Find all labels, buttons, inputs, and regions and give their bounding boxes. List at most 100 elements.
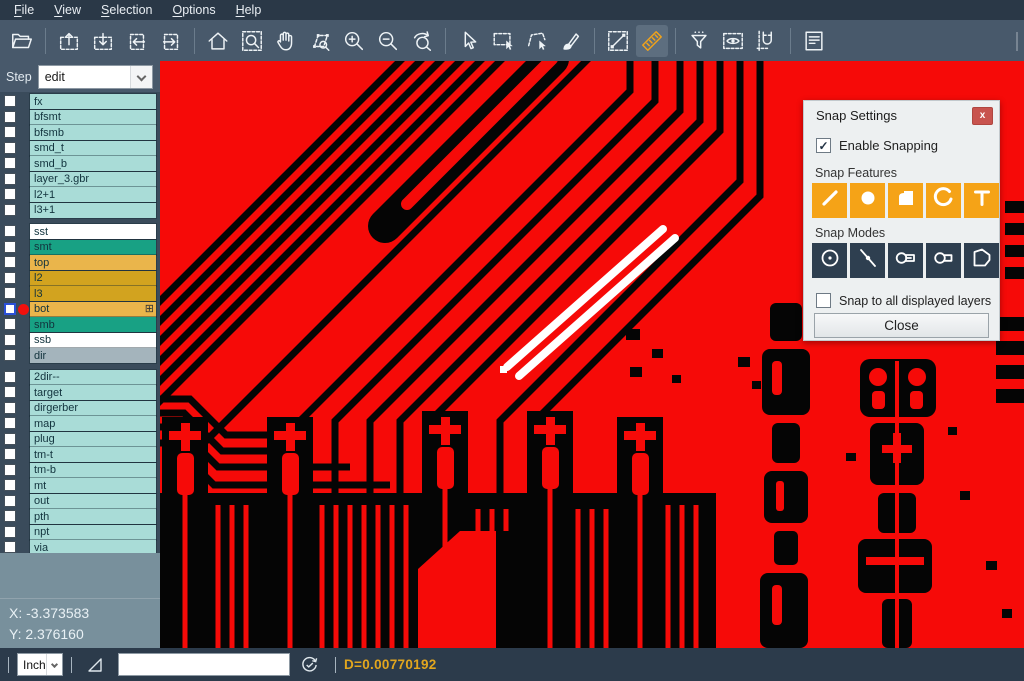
layer-visibility-checkbox[interactable] <box>4 241 16 253</box>
layer-name-cell[interactable]: l3+1 <box>30 203 156 218</box>
dialog-close-x-button[interactable]: x <box>972 107 993 125</box>
snap-line-button[interactable] <box>812 183 847 218</box>
layer-row-fx[interactable]: fx <box>0 94 160 109</box>
layer-visibility-checkbox[interactable] <box>4 225 16 237</box>
step-select[interactable]: edit <box>38 65 153 89</box>
layer-visibility-checkbox[interactable] <box>4 510 16 522</box>
measure-line-button[interactable] <box>602 25 634 57</box>
unit-select[interactable]: Inch <box>17 653 63 676</box>
layer-visibility-checkbox[interactable] <box>4 173 16 185</box>
layer-row-tm-t[interactable]: tm-t <box>0 447 160 462</box>
menu-item-file[interactable]: File <box>4 0 44 20</box>
command-input[interactable] <box>118 653 290 676</box>
snap-arc-button[interactable] <box>926 183 961 218</box>
layer-row-l2[interactable]: l2 <box>0 271 160 286</box>
layer-row-smt[interactable]: smt <box>0 240 160 255</box>
layer-visibility-checkbox[interactable] <box>4 204 16 216</box>
layer-row-dir[interactable]: dir <box>0 348 160 363</box>
layer-name-cell[interactable]: smt <box>30 240 156 255</box>
menu-item-help[interactable]: Help <box>226 0 272 20</box>
open-file-button[interactable] <box>6 25 38 57</box>
layer-row-out[interactable]: out <box>0 494 160 509</box>
layer-visibility-checkbox[interactable] <box>4 126 16 138</box>
layer-visibility-checkbox[interactable] <box>4 318 16 330</box>
layer-name-cell[interactable]: sst <box>30 224 156 239</box>
layer-name-cell[interactable]: tm-b <box>30 463 156 478</box>
brush-button[interactable] <box>555 25 587 57</box>
layer-name-cell[interactable]: l2+1 <box>30 187 156 202</box>
enable-snapping-checkbox[interactable]: ✓ <box>816 138 831 153</box>
layer-visibility-checkbox[interactable] <box>4 188 16 200</box>
layer-visibility-checkbox[interactable] <box>4 349 16 361</box>
copy-to-bottom-button[interactable] <box>87 25 119 57</box>
layer-row-ssb[interactable]: ssb <box>0 333 160 348</box>
menu-item-options[interactable]: Options <box>162 0 225 20</box>
layer-visibility-checkbox[interactable] <box>4 334 16 346</box>
layer-row-bot[interactable]: bot⊞ <box>0 302 160 317</box>
copy-to-right-button[interactable] <box>155 25 187 57</box>
layer-name-cell[interactable]: ssb <box>30 333 156 348</box>
layer-name-cell[interactable]: dirgerber <box>30 401 156 416</box>
pan-button[interactable] <box>270 25 302 57</box>
layer-row-mt[interactable]: mt <box>0 478 160 493</box>
layer-name-cell[interactable]: bfsmb <box>30 125 156 140</box>
snap-center-button[interactable] <box>812 243 847 278</box>
layer-row-smd_t[interactable]: smd_t <box>0 141 160 156</box>
layer-name-cell[interactable]: npt <box>30 525 156 540</box>
layer-visibility-checkbox[interactable] <box>4 256 16 268</box>
layer-visibility-checkbox[interactable] <box>4 303 16 315</box>
snap-pad-button[interactable] <box>850 183 885 218</box>
snap-polygon-button[interactable] <box>888 183 923 218</box>
select-button[interactable] <box>453 25 485 57</box>
layer-name-cell[interactable]: layer_3.gbr <box>30 172 156 187</box>
zoom-out-button[interactable] <box>372 25 404 57</box>
snap-contour-button[interactable] <box>964 243 999 278</box>
layer-row-npt[interactable]: npt <box>0 525 160 540</box>
layer-visibility-checkbox[interactable] <box>4 142 16 154</box>
zoom-previous-button[interactable] <box>406 25 438 57</box>
layer-row-layer_3.gbr[interactable]: layer_3.gbr <box>0 172 160 187</box>
menu-item-view[interactable]: View <box>44 0 91 20</box>
layer-name-cell[interactable]: bot⊞ <box>30 302 156 317</box>
layer-visibility-checkbox[interactable] <box>4 541 16 553</box>
layer-name-cell[interactable]: out <box>30 494 156 509</box>
snap-point-on-line-button[interactable] <box>850 243 885 278</box>
layer-visibility-checkbox[interactable] <box>4 287 16 299</box>
layer-name-cell[interactable]: bfsmt <box>30 110 156 125</box>
snap-centerline-end-button[interactable] <box>888 243 923 278</box>
layer-visibility-checkbox[interactable] <box>4 464 16 476</box>
layer-visibility-checkbox[interactable] <box>4 448 16 460</box>
layer-visibility-checkbox[interactable] <box>4 526 16 538</box>
report-button[interactable] <box>798 25 830 57</box>
layer-row-2dir--[interactable]: 2dir-- <box>0 370 160 385</box>
zoom-in-button[interactable] <box>338 25 370 57</box>
layer-visibility-checkbox[interactable] <box>4 157 16 169</box>
layer-visibility-checkbox[interactable] <box>4 402 16 414</box>
snap-hole-button[interactable] <box>926 243 961 278</box>
layer-name-cell[interactable]: plug <box>30 432 156 447</box>
layer-name-cell[interactable]: smb <box>30 317 156 332</box>
layer-name-cell[interactable]: pth <box>30 509 156 524</box>
layer-visibility-checkbox[interactable] <box>4 386 16 398</box>
menu-item-selection[interactable]: Selection <box>91 0 162 20</box>
layer-row-l3+1[interactable]: l3+1 <box>0 203 160 218</box>
toolbar-overflow-icon[interactable] <box>1016 32 1018 50</box>
view-options-button[interactable] <box>717 25 749 57</box>
layer-name-cell[interactable]: l3 <box>30 286 156 301</box>
filter-button[interactable] <box>683 25 715 57</box>
snap-text-button[interactable] <box>964 183 999 218</box>
layer-visibility-checkbox[interactable] <box>4 495 16 507</box>
layer-row-smb[interactable]: smb <box>0 317 160 332</box>
layer-name-cell[interactable]: tm-t <box>30 447 156 462</box>
layer-row-sst[interactable]: sst <box>0 224 160 239</box>
dialog-close-button[interactable]: Close <box>814 313 989 338</box>
layer-name-cell[interactable]: 2dir-- <box>30 370 156 385</box>
layer-visibility-checkbox[interactable] <box>4 433 16 445</box>
layer-name-cell[interactable]: map <box>30 416 156 431</box>
layer-visibility-checkbox[interactable] <box>4 371 16 383</box>
zoom-window-button[interactable] <box>236 25 268 57</box>
ruler-button[interactable] <box>636 25 668 57</box>
layer-name-cell[interactable]: fx <box>30 94 156 109</box>
sync-check-icon[interactable] <box>300 655 319 674</box>
zoom-polygon-button[interactable] <box>304 25 336 57</box>
